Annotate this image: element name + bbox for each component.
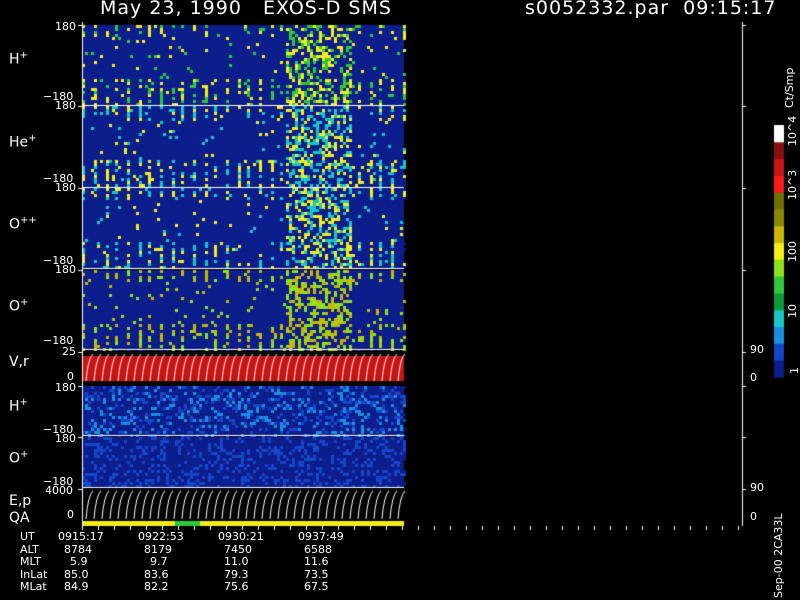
colorbar-tick-label: 10^4 xyxy=(786,115,799,146)
ytick-label: 180 xyxy=(55,99,76,112)
right-tick-label: 90 xyxy=(750,343,764,356)
ephemeris-value: 11.6 xyxy=(304,555,329,568)
plot-title: May 23, 1990 EXOS-D SMS xyxy=(100,0,392,19)
ephemeris-value: 84.9 xyxy=(64,580,89,593)
ephemeris-row-label: MLat xyxy=(20,580,47,593)
ephemeris-value: 75.6 xyxy=(224,580,249,593)
ytick-label: 180 xyxy=(55,181,76,194)
spectrogram-canvas xyxy=(0,0,800,600)
ephemeris-value: 11.0 xyxy=(224,555,249,568)
panel-label-ep: E,p xyxy=(9,493,32,509)
ephemeris-value: 67.5 xyxy=(304,580,329,593)
ephemeris-row-label: MLT xyxy=(20,555,41,568)
panel-label-he-plus: He+ xyxy=(9,133,37,151)
colorbar-tick-label: 100 xyxy=(786,241,799,262)
ephemeris-row-label: UT xyxy=(20,530,35,543)
panel-label-vr: V,r xyxy=(9,354,29,370)
ephemeris-table: UT 0915:17 0922:53 0930:21 0937:49 ALT 8784 81… xyxy=(20,530,344,594)
ytick-label: 180 xyxy=(55,263,76,276)
ephemeris-row: MLT 5.9 9.7 11.0 11.6 xyxy=(20,555,344,569)
right-tick-label: 0 xyxy=(750,371,757,384)
panel-label-h-plus-2: H+ xyxy=(9,397,28,415)
ytick-label: 180 xyxy=(55,381,76,394)
ephemeris-value: 82.2 xyxy=(144,580,169,593)
ephemeris-value: 0937:49 xyxy=(298,530,344,543)
panel-label-qa: QA xyxy=(9,510,30,526)
ytick-label: 4000 xyxy=(45,484,73,497)
ephemeris-row: ALT 8784 8179 7450 6588 xyxy=(20,543,344,557)
ephemeris-value: 0922:53 xyxy=(138,530,184,543)
panel-label-o-plus-plus: O++ xyxy=(9,215,37,233)
ytick-label: 25 xyxy=(62,345,76,358)
panel-label-h-plus: H+ xyxy=(9,50,28,68)
ephemeris-row: UT 0915:17 0922:53 0930:21 0937:49 xyxy=(20,530,344,544)
footer-note: Sep-00 2CA33L xyxy=(772,513,785,598)
ephemeris-row: MLat 84.9 82.2 75.6 67.5 xyxy=(20,580,344,594)
colorbar-tick-label: 10 xyxy=(786,304,799,318)
panel-label-o-plus: O+ xyxy=(9,297,29,315)
ytick-label: 180 xyxy=(55,432,76,445)
colorbar-tick-label: 1 xyxy=(788,367,800,374)
ytick-label: 180 xyxy=(55,20,76,33)
ephemeris-value: 5.9 xyxy=(70,555,88,568)
ephemeris-value: 9.7 xyxy=(150,555,168,568)
right-tick-label: 0 xyxy=(750,510,757,523)
ephemeris-value: 0930:21 xyxy=(218,530,264,543)
colorbar-tick-label: 10^3 xyxy=(786,169,799,200)
colorbar-unit-label: Ct/Smp xyxy=(783,67,796,108)
file-label: s0052332.par 09:15:17 xyxy=(525,0,777,19)
ephemeris-value: 0915:17 xyxy=(58,530,104,543)
right-tick-label: 90 xyxy=(750,481,764,494)
panel-label-o-plus-2: O+ xyxy=(9,449,29,467)
ytick-label: 0 xyxy=(67,508,74,521)
